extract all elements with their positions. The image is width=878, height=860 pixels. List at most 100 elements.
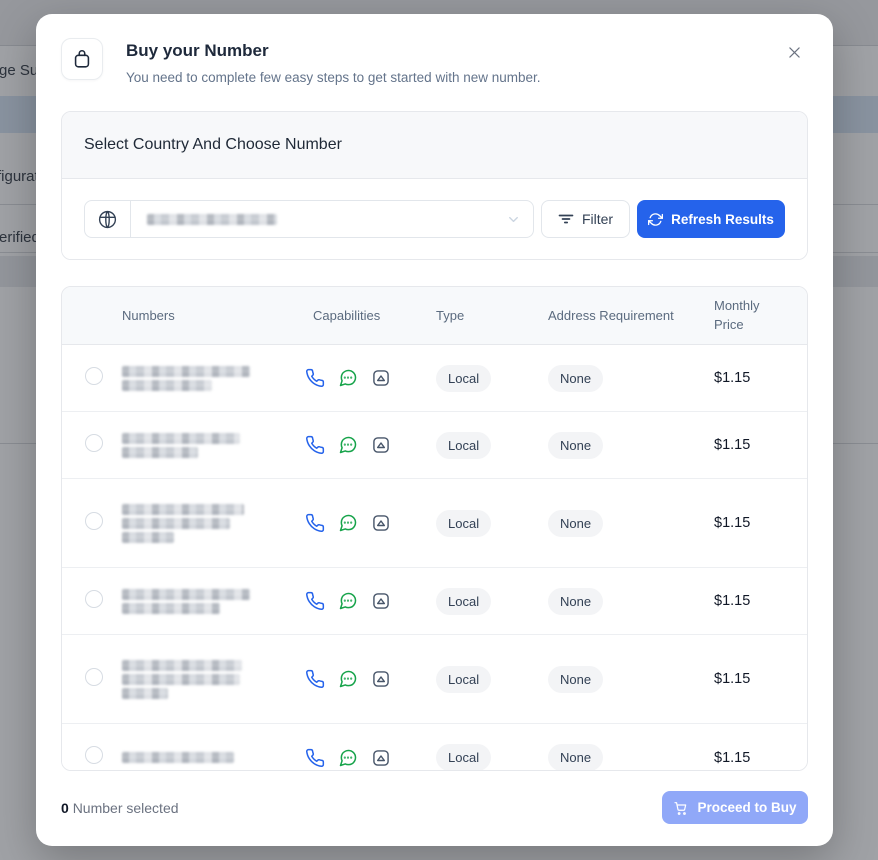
row-type-cell: Local bbox=[436, 365, 548, 392]
refresh-button-label: Refresh Results bbox=[671, 212, 774, 227]
table-row[interactable]: Local None $1.15 bbox=[62, 568, 807, 635]
chevron-down-icon bbox=[506, 212, 533, 227]
address-badge: None bbox=[548, 588, 603, 615]
filter-button[interactable]: Filter bbox=[541, 200, 630, 238]
cart-icon bbox=[673, 800, 689, 816]
phone-icon bbox=[305, 591, 325, 611]
sms-icon bbox=[338, 435, 358, 455]
sms-icon bbox=[338, 669, 358, 689]
redacted-number bbox=[122, 501, 305, 546]
row-radio-button[interactable] bbox=[85, 512, 103, 530]
monthly-price: $1.15 bbox=[714, 671, 807, 687]
address-badge: None bbox=[548, 432, 603, 459]
mms-icon bbox=[371, 591, 391, 611]
header-cell-type: Type bbox=[436, 308, 548, 323]
modal-header-text: Buy your Number You need to complete few… bbox=[126, 38, 541, 85]
type-badge: Local bbox=[436, 666, 491, 693]
monthly-price: $1.15 bbox=[714, 593, 807, 609]
table-header-row: Numbers Capabilities Type Address Requir… bbox=[62, 287, 807, 345]
section-header: Select Country And Choose Number bbox=[62, 112, 807, 179]
filter-icon bbox=[558, 211, 574, 227]
shopping-bag-icon bbox=[61, 38, 103, 80]
row-address-cell: None bbox=[548, 432, 714, 459]
phone-icon bbox=[305, 513, 325, 533]
sms-icon bbox=[338, 591, 358, 611]
buy-number-modal: Buy your Number You need to complete few… bbox=[36, 14, 833, 846]
table-row[interactable]: Local None $1.15 bbox=[62, 345, 807, 412]
mms-icon bbox=[371, 669, 391, 689]
row-radio-button[interactable] bbox=[85, 746, 103, 764]
type-badge: Local bbox=[436, 588, 491, 615]
proceed-to-buy-button[interactable]: Proceed to Buy bbox=[662, 791, 808, 824]
modal-footer: 0 Number selected Proceed to Buy bbox=[61, 791, 808, 824]
row-radio-cell bbox=[62, 590, 122, 613]
row-radio-cell bbox=[62, 512, 122, 535]
type-badge: Local bbox=[436, 744, 491, 771]
mms-icon bbox=[371, 368, 391, 388]
row-radio-button[interactable] bbox=[85, 434, 103, 452]
monthly-price: $1.15 bbox=[714, 370, 807, 386]
close-icon bbox=[786, 44, 803, 61]
type-badge: Local bbox=[436, 510, 491, 537]
row-capabilities bbox=[305, 669, 436, 689]
phone-icon bbox=[305, 435, 325, 455]
row-radio-cell bbox=[62, 434, 122, 457]
monthly-price: $1.15 bbox=[714, 437, 807, 453]
header-cell-numbers: Numbers bbox=[122, 308, 305, 323]
table-row[interactable]: Local None $1.15 bbox=[62, 479, 807, 568]
monthly-price: $1.15 bbox=[714, 750, 807, 766]
row-type-cell: Local bbox=[436, 510, 548, 537]
proceed-button-label: Proceed to Buy bbox=[697, 800, 796, 815]
type-badge: Local bbox=[436, 432, 491, 459]
sms-icon bbox=[338, 513, 358, 533]
table-row[interactable]: Local None $1.15 bbox=[62, 412, 807, 479]
row-radio-button[interactable] bbox=[85, 590, 103, 608]
row-address-cell: None bbox=[548, 588, 714, 615]
redacted-number bbox=[122, 430, 305, 461]
row-radio-cell bbox=[62, 668, 122, 691]
row-address-cell: None bbox=[548, 666, 714, 693]
phone-icon bbox=[305, 669, 325, 689]
select-country-card: Select Country And Choose Number bbox=[61, 111, 808, 260]
row-type-cell: Local bbox=[436, 432, 548, 459]
type-badge: Local bbox=[436, 365, 491, 392]
row-capabilities bbox=[305, 748, 436, 768]
selected-count: 0 bbox=[61, 800, 69, 816]
redacted-number bbox=[122, 749, 305, 766]
row-radio-cell bbox=[62, 746, 122, 769]
redacted-number bbox=[122, 657, 305, 702]
row-capabilities bbox=[305, 368, 436, 388]
phone-icon bbox=[305, 748, 325, 768]
table-body: Local None $1.15 Local None $1.15 bbox=[62, 345, 807, 771]
country-select-value-redacted bbox=[131, 214, 506, 225]
selection-status: 0 Number selected bbox=[61, 800, 179, 816]
row-type-cell: Local bbox=[436, 666, 548, 693]
sms-icon bbox=[338, 748, 358, 768]
refresh-results-button[interactable]: Refresh Results bbox=[637, 200, 785, 238]
mms-icon bbox=[371, 435, 391, 455]
mms-icon bbox=[371, 748, 391, 768]
modal-header: Buy your Number You need to complete few… bbox=[61, 38, 808, 85]
header-cell-capabilities: Capabilities bbox=[305, 308, 436, 323]
section-controls: Filter Refresh Results bbox=[62, 179, 807, 259]
header-cell-address: Address Requirement bbox=[548, 308, 714, 323]
row-type-cell: Local bbox=[436, 744, 548, 771]
modal-subtitle: You need to complete few easy steps to g… bbox=[126, 70, 541, 85]
refresh-icon bbox=[648, 212, 663, 227]
modal-title: Buy your Number bbox=[126, 38, 541, 61]
globe-icon bbox=[85, 201, 131, 237]
address-badge: None bbox=[548, 744, 603, 771]
row-type-cell: Local bbox=[436, 588, 548, 615]
row-radio-button[interactable] bbox=[85, 367, 103, 385]
table-row[interactable]: Local None $1.15 bbox=[62, 724, 807, 771]
phone-icon bbox=[305, 368, 325, 388]
row-capabilities bbox=[305, 435, 436, 455]
row-capabilities bbox=[305, 591, 436, 611]
country-select[interactable] bbox=[84, 200, 534, 238]
mms-icon bbox=[371, 513, 391, 533]
redacted-number bbox=[122, 363, 305, 394]
table-row[interactable]: Local None $1.15 bbox=[62, 635, 807, 724]
close-button[interactable] bbox=[782, 40, 806, 64]
redacted-number bbox=[122, 586, 305, 617]
row-radio-button[interactable] bbox=[85, 668, 103, 686]
